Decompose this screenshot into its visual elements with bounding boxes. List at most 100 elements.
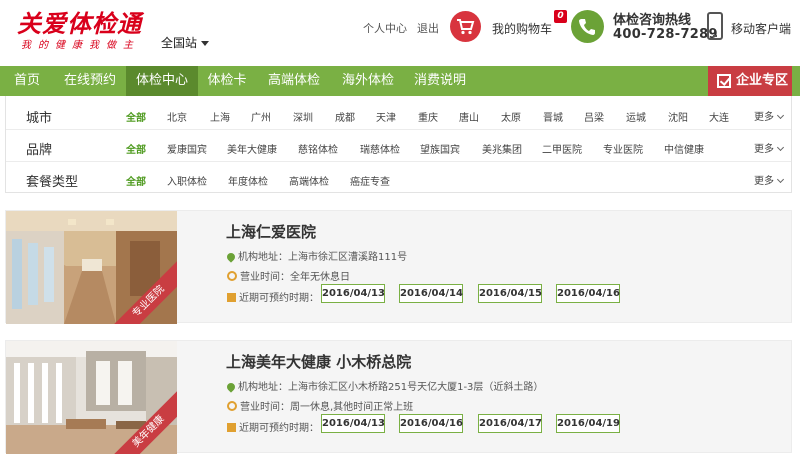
available-dates-row: 近期可预约时期： 2016/04/13 2016/04/14 2016/04/1…: [227, 284, 620, 304]
hours-label: 营业时间：: [240, 272, 290, 283]
filter-row-city: 城市 全部 北京 上海 广州 深圳 成都 天津 重庆 唐山 太原 晋城 吕梁 运…: [6, 98, 791, 130]
filter-option[interactable]: 沈阳: [668, 109, 688, 124]
more-button[interactable]: 更多: [754, 140, 785, 155]
date-option[interactable]: 2016/04/14: [399, 284, 463, 303]
filter-option[interactable]: 吕梁: [584, 109, 604, 124]
address-label: 机构地址：: [238, 382, 288, 393]
cart-link[interactable]: 我的购物车: [492, 20, 552, 37]
filter-label: 套餐类型: [26, 175, 79, 190]
mobile-phone-icon[interactable]: [707, 12, 723, 40]
filter-option[interactable]: 中信健康: [664, 141, 704, 156]
nav-overseas-checkup[interactable]: 海外体检: [332, 66, 404, 96]
filter-option[interactable]: 上海: [210, 109, 230, 124]
filter-option[interactable]: 天津: [376, 109, 396, 124]
filter-option[interactable]: 重庆: [418, 109, 438, 124]
hospital-card[interactable]: 专业医院 上海仁爱医院 机构地址：上海市徐汇区漕溪路111号 营业时间：全年无休…: [5, 210, 792, 324]
checkbox-icon: [717, 74, 731, 88]
filter-option[interactable]: 晋城: [543, 109, 563, 124]
user-center-link[interactable]: 个人中心: [363, 22, 407, 35]
date-option[interactable]: 2016/04/13: [321, 414, 385, 433]
filter-option[interactable]: 高端体检: [289, 173, 329, 188]
filter-option[interactable]: 年度体检: [228, 173, 268, 188]
chevron-down-icon: [776, 111, 785, 120]
clock-icon: [227, 401, 237, 411]
filter-option[interactable]: 癌症专查: [350, 173, 390, 188]
nav-online-booking[interactable]: 在线预约: [54, 66, 126, 96]
filter-option[interactable]: 慈铭体检: [298, 141, 338, 156]
filter-option[interactable]: 成都: [335, 109, 355, 124]
mobile-client-link[interactable]: 移动客户端: [731, 20, 791, 37]
nav-home[interactable]: 首页: [0, 66, 54, 96]
hospital-name[interactable]: 上海仁爱医院: [226, 221, 316, 242]
clock-icon: [227, 271, 237, 281]
filter-panel: 城市 全部 北京 上海 广州 深圳 成都 天津 重庆 唐山 太原 晋城 吕梁 运…: [5, 96, 792, 193]
filter-option[interactable]: 广州: [251, 109, 271, 124]
user-links: 个人中心 退出: [363, 20, 449, 36]
cart-icon[interactable]: [450, 11, 481, 42]
nav-premium-checkup[interactable]: 高端体检: [256, 66, 332, 96]
address-value: 上海市徐汇区小木桥路251号天亿大厦1-3层（近斜土路）: [288, 382, 544, 393]
filter-option[interactable]: 美年大健康: [227, 141, 277, 156]
date-option[interactable]: 2016/04/16: [399, 414, 463, 433]
hours-row: 营业时间：周一休息,其他时间正常上班: [227, 398, 413, 413]
more-label: 更多: [754, 144, 774, 155]
filter-option[interactable]: 二甲医院: [542, 141, 582, 156]
main-nav: 首页 在线预约 体检中心 体检卡 高端体检 海外体检 消费说明: [0, 66, 800, 96]
more-button[interactable]: 更多: [754, 172, 785, 187]
site-switch-label: 全国站: [161, 36, 198, 50]
address-value: 上海市徐汇区漕溪路111号: [288, 252, 408, 263]
nav-checkup-centers[interactable]: 体检中心: [126, 66, 198, 96]
address-label: 机构地址：: [238, 252, 288, 263]
hospital-photo[interactable]: 专业医院: [6, 211, 177, 324]
filter-option[interactable]: 大连: [709, 109, 729, 124]
filter-option[interactable]: 望族国宾: [420, 141, 460, 156]
location-pin-icon: [225, 251, 237, 263]
filter-option[interactable]: 爱康国宾: [167, 141, 207, 156]
filter-option[interactable]: 运城: [626, 109, 646, 124]
nav-checkup-card[interactable]: 体检卡: [198, 66, 256, 96]
filter-row-brand: 品牌 全部 爱康国宾 美年大健康 慈铭体检 瑞慈体检 望族国宾 美兆集团 二甲医…: [6, 130, 791, 162]
site-header: 关爱体检通 我的健康我做主 全国站 个人中心 退出 我的购物车 0 体检咨询热线 …: [0, 0, 800, 66]
cart-count-badge: 0: [554, 10, 567, 23]
logout-link[interactable]: 退出: [417, 22, 439, 35]
hours-value: 全年无休息日: [290, 272, 350, 283]
filter-option[interactable]: 太原: [501, 109, 521, 124]
chevron-down-icon: [776, 143, 785, 152]
filter-option[interactable]: 美兆集团: [482, 141, 522, 156]
date-option[interactable]: 2016/04/17: [478, 414, 542, 433]
filter-option[interactable]: 全部: [126, 141, 146, 156]
enterprise-label: 企业专区: [736, 73, 789, 88]
date-option[interactable]: 2016/04/15: [478, 284, 542, 303]
filter-option[interactable]: 全部: [126, 173, 146, 188]
filter-option[interactable]: 唐山: [459, 109, 479, 124]
filter-option[interactable]: 入职体检: [167, 173, 207, 188]
filter-option[interactable]: 瑞慈体检: [360, 141, 400, 156]
filter-option[interactable]: 北京: [167, 109, 187, 124]
available-dates-row: 近期可预约时期： 2016/04/13 2016/04/16 2016/04/1…: [227, 414, 620, 434]
hours-value: 周一休息,其他时间正常上班: [290, 402, 414, 413]
logo-text: 关爱体检通: [17, 10, 142, 38]
filter-option[interactable]: 全部: [126, 109, 146, 124]
date-option[interactable]: 2016/04/13: [321, 284, 385, 303]
filter-option[interactable]: 专业医院: [603, 141, 643, 156]
site-switch-dropdown[interactable]: 全国站: [161, 34, 210, 51]
filter-row-package-type: 套餐类型 全部 入职体检 年度体检 高端体检 癌症专查 更多: [6, 162, 791, 194]
caret-down-icon: [201, 41, 210, 46]
calendar-icon: [227, 293, 236, 302]
more-button[interactable]: 更多: [754, 108, 785, 123]
location-pin-icon: [225, 381, 237, 393]
hospital-card[interactable]: 美年健康 上海美年大健康 小木桥总院 机构地址：上海市徐汇区小木桥路251号天亿…: [5, 340, 792, 454]
date-option[interactable]: 2016/04/19: [556, 414, 620, 433]
hours-label: 营业时间：: [240, 402, 290, 413]
dates-label: 近期可预约时期：: [239, 423, 319, 434]
site-logo[interactable]: 关爱体检通 我的健康我做主: [17, 4, 162, 54]
hospital-name[interactable]: 上海美年大健康 小木桥总院: [226, 351, 411, 372]
hospital-photo[interactable]: 美年健康: [6, 341, 177, 454]
filter-option[interactable]: 深圳: [293, 109, 313, 124]
more-label: 更多: [754, 112, 774, 123]
date-option[interactable]: 2016/04/16: [556, 284, 620, 303]
hours-row: 营业时间：全年无休息日: [227, 268, 350, 283]
nav-consumer-guide[interactable]: 消费说明: [404, 66, 476, 96]
chevron-down-icon: [776, 175, 785, 184]
enterprise-zone-button[interactable]: 企业专区: [708, 66, 792, 96]
